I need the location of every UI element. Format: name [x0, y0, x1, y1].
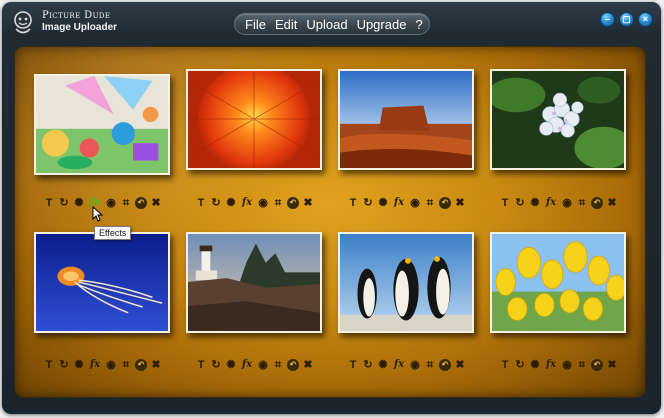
crop-icon[interactable]: ⌗: [424, 359, 436, 371]
preview-icon[interactable]: ◉: [257, 197, 269, 209]
effects-icon[interactable]: fx: [544, 359, 558, 371]
delete-icon[interactable]: ✖: [302, 197, 314, 209]
red-chrysanthemum-photo[interactable]: [186, 69, 322, 170]
colorful-art-photo[interactable]: [34, 74, 170, 175]
brightness-icon[interactable]: ✺: [73, 359, 85, 371]
effects-icon[interactable]: fx: [240, 197, 254, 209]
brightness-icon[interactable]: ✺: [377, 359, 389, 371]
photo-toolbar: T ↻ ✺ fx ◉ ⌗ ↶ ✖: [499, 196, 618, 210]
app-window: Picture Dude Image Uploader File Edit Up…: [2, 2, 661, 414]
preview-icon[interactable]: ◉: [561, 359, 573, 371]
text-tool-icon[interactable]: T: [195, 197, 207, 209]
brightness-icon[interactable]: ✺: [73, 197, 85, 209]
crop-icon[interactable]: ⌗: [120, 359, 132, 371]
brand-name: Picture Dude: [42, 10, 111, 21]
preview-icon[interactable]: ◉: [409, 197, 421, 209]
rotate-icon[interactable]: ↻: [362, 359, 374, 371]
text-tool-icon[interactable]: T: [43, 197, 55, 209]
brightness-icon[interactable]: ✺: [529, 197, 541, 209]
photo-toolbar: T ↻ ✺ fx ◉ ⌗ ↶ ✖: [195, 358, 314, 372]
undo-icon[interactable]: ↶: [591, 197, 603, 209]
menu-help[interactable]: ?: [415, 17, 422, 32]
preview-icon[interactable]: ◉: [105, 197, 117, 209]
text-tool-icon[interactable]: T: [347, 359, 359, 371]
undo-icon[interactable]: ↶: [287, 359, 299, 371]
preview-icon[interactable]: ◉: [561, 197, 573, 209]
crop-icon[interactable]: ⌗: [576, 197, 588, 209]
photo-toolbar: T ↻ ✺ fx ◉ ⌗ ↶ ✖: [347, 358, 466, 372]
text-tool-icon[interactable]: T: [499, 359, 511, 371]
app-title: Picture Dude Image Uploader: [42, 11, 117, 33]
menu-file[interactable]: File: [245, 17, 266, 32]
rotate-icon[interactable]: ↻: [58, 197, 70, 209]
delete-icon[interactable]: ✖: [150, 359, 162, 371]
brand-subtitle: Image Uploader: [42, 22, 118, 33]
crop-icon[interactable]: ⌗: [424, 197, 436, 209]
photo-toolbar: T ↻ ✺ fx ◉ ⌗ ↶ ✖: [195, 196, 314, 210]
close-icon[interactable]: ×: [638, 12, 653, 27]
penguins-photo[interactable]: [338, 232, 474, 333]
rotate-icon[interactable]: ↻: [210, 197, 222, 209]
preview-icon[interactable]: ◉: [257, 359, 269, 371]
rotate-icon[interactable]: ↻: [362, 197, 374, 209]
preview-icon[interactable]: ◉: [105, 359, 117, 371]
crop-icon[interactable]: ⌗: [272, 359, 284, 371]
undo-icon[interactable]: ↶: [287, 197, 299, 209]
menu-bar: File Edit Upload Upgrade ?: [234, 13, 430, 35]
mouse-cursor-icon: [92, 206, 104, 222]
rotate-icon[interactable]: ↻: [514, 359, 526, 371]
delete-icon[interactable]: ✖: [150, 197, 162, 209]
brightness-icon[interactable]: ✺: [225, 359, 237, 371]
undo-icon[interactable]: ↶: [135, 197, 147, 209]
effects-icon[interactable]: fx: [544, 197, 558, 209]
effects-tooltip: Effects: [94, 226, 132, 240]
preview-icon[interactable]: ◉: [409, 359, 421, 371]
text-tool-icon[interactable]: T: [43, 359, 55, 371]
effects-icon[interactable]: fx: [392, 197, 406, 209]
delete-icon[interactable]: ✖: [302, 359, 314, 371]
jellyfish-photo[interactable]: [34, 232, 170, 333]
menu-edit[interactable]: Edit: [275, 17, 297, 32]
title-bar[interactable]: Picture Dude Image Uploader File Edit Up…: [2, 2, 661, 44]
lighthouse-photo[interactable]: [186, 232, 322, 333]
restore-icon[interactable]: ▢: [619, 12, 634, 27]
hydrangea-photo[interactable]: [490, 69, 626, 170]
undo-icon[interactable]: ↶: [591, 359, 603, 371]
menu-upload[interactable]: Upload: [306, 17, 347, 32]
effects-icon[interactable]: fx: [88, 359, 102, 371]
undo-icon[interactable]: ↶: [439, 197, 451, 209]
rotate-icon[interactable]: ↻: [514, 197, 526, 209]
delete-icon[interactable]: ✖: [454, 359, 466, 371]
desert-mesa-photo[interactable]: [338, 69, 474, 170]
photo-toolbar: T ↻ ✺ fx ◉ ⌗ ↶ ✖: [43, 358, 162, 372]
effects-icon[interactable]: fx: [240, 359, 254, 371]
brightness-icon[interactable]: ✺: [377, 197, 389, 209]
delete-icon[interactable]: ✖: [606, 359, 618, 371]
app-logo-icon: [14, 11, 32, 34]
menu-upgrade[interactable]: Upgrade: [357, 17, 407, 32]
photo-toolbar: T ↻ ✺ fx ◉ ⌗ ↶ ✖: [347, 196, 466, 210]
crop-icon[interactable]: ⌗: [576, 359, 588, 371]
brightness-icon[interactable]: ✺: [529, 359, 541, 371]
crop-icon[interactable]: ⌗: [272, 197, 284, 209]
rotate-icon[interactable]: ↻: [58, 359, 70, 371]
photo-gallery: T ↻ ✺ fx ◉ ⌗ ↶ ✖ T ↻ ✺ fx ◉ ⌗ ↶ ✖ T ↻ ✺ …: [14, 46, 646, 398]
rotate-icon[interactable]: ↻: [210, 359, 222, 371]
delete-icon[interactable]: ✖: [606, 197, 618, 209]
text-tool-icon[interactable]: T: [499, 197, 511, 209]
brightness-icon[interactable]: ✺: [225, 197, 237, 209]
crop-icon[interactable]: ⌗: [120, 197, 132, 209]
undo-icon[interactable]: ↶: [135, 359, 147, 371]
minimize-icon[interactable]: –: [600, 12, 615, 27]
text-tool-icon[interactable]: T: [347, 197, 359, 209]
tulips-photo[interactable]: [490, 232, 626, 333]
delete-icon[interactable]: ✖: [454, 197, 466, 209]
undo-icon[interactable]: ↶: [439, 359, 451, 371]
text-tool-icon[interactable]: T: [195, 359, 207, 371]
photo-toolbar: T ↻ ✺ fx ◉ ⌗ ↶ ✖: [499, 358, 618, 372]
effects-icon[interactable]: fx: [392, 359, 406, 371]
